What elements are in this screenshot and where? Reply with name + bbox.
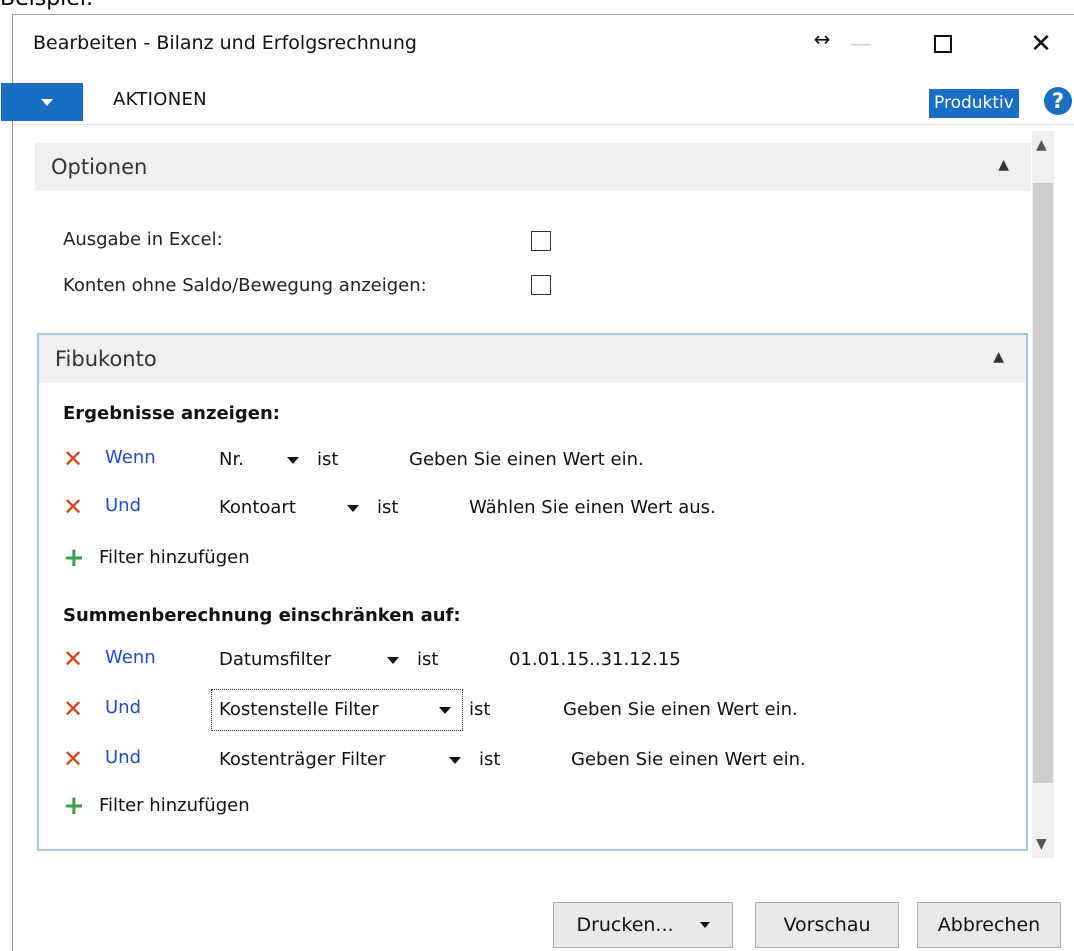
page-caption: Beispiel:	[0, 0, 93, 11]
add-filter-label: Filter hinzufügen	[99, 547, 250, 568]
chevron-up-icon[interactable]: ▲	[998, 157, 1009, 173]
filter-field[interactable]: Datumsfilter	[219, 649, 331, 670]
window-title: Bearbeiten - Bilanz und Erfolgsrechnung	[33, 32, 417, 54]
filter-operator: ist	[377, 497, 399, 518]
scrollbar-thumb[interactable]	[1033, 183, 1053, 783]
plus-icon: +	[63, 791, 85, 821]
filter-value-input[interactable]: Geben Sie einen Wert ein.	[571, 749, 806, 770]
environment-badge: Produktiv	[929, 89, 1019, 118]
tab-aktionen[interactable]: AKTIONEN	[113, 89, 207, 110]
chevron-up-icon[interactable]: ▲	[993, 349, 1004, 365]
filter-operator: ist	[417, 649, 439, 670]
filter-value-input[interactable]: Geben Sie einen Wert ein.	[409, 449, 644, 470]
filter-operator: ist	[317, 449, 339, 470]
section-title-optionen: Optionen	[51, 155, 148, 179]
section-header-fibukonto[interactable]: Fibukonto ▲	[39, 335, 1026, 383]
scroll-up-icon[interactable]: ▲	[1036, 137, 1047, 153]
filter-operator: ist	[479, 749, 501, 770]
filter-row: ✕ Und Kontoart ist Wählen Sie einen Wert…	[63, 493, 1003, 523]
print-button[interactable]: Drucken...	[553, 902, 733, 948]
remove-filter-icon[interactable]: ✕	[63, 745, 83, 773]
group-title-ergebnisse: Ergebnisse anzeigen:	[63, 403, 280, 424]
section-fibukonto: Fibukonto ▲ Ergebnisse anzeigen: ✕ Wenn …	[37, 333, 1028, 851]
ribbon: AKTIONEN Produktiv ?	[1, 75, 1074, 125]
filter-conjunction[interactable]: Wenn	[105, 647, 156, 668]
group-title-summenberechnung: Summenberechnung einschränken auf:	[63, 605, 461, 626]
plus-icon: +	[63, 543, 85, 573]
dialog-content: Optionen ▲ Ausgabe in Excel: Konten ohne…	[35, 131, 1031, 858]
title-bar: Bearbeiten - Bilanz und Erfolgsrechnung …	[13, 15, 1074, 75]
checkbox-konten-ohne-saldo[interactable]	[531, 275, 551, 295]
add-filter-label: Filter hinzufügen	[99, 795, 250, 816]
filter-conjunction[interactable]: Und	[105, 495, 141, 516]
filter-row: ✕ Und Kostenstelle Filter ist Geben Sie …	[63, 689, 1003, 731]
filter-row: ✕ Und Kostenträger Filter ist Geben Sie …	[63, 745, 1003, 775]
dialog-window: Bearbeiten - Bilanz und Erfolgsrechnung …	[1, 14, 1074, 951]
section-header-optionen[interactable]: Optionen ▲	[35, 143, 1031, 191]
remove-filter-icon[interactable]: ✕	[63, 493, 83, 521]
filter-conjunction[interactable]: Wenn	[105, 447, 156, 468]
filter-row: ✕ Wenn Nr. ist Geben Sie einen Wert ein.	[63, 445, 1003, 475]
ribbon-menu-button[interactable]	[1, 83, 83, 121]
remove-filter-icon[interactable]: ✕	[63, 695, 83, 723]
minimize-button[interactable]: —	[838, 25, 884, 63]
maximize-icon	[934, 35, 952, 53]
filter-field[interactable]: Kostenstelle Filter	[219, 699, 379, 720]
filter-field[interactable]: Nr.	[219, 449, 244, 470]
filter-value-input[interactable]: 01.01.15..31.12.15	[509, 649, 681, 670]
close-button[interactable]: ✕	[1018, 25, 1064, 63]
filter-row: ✕ Wenn Datumsfilter ist 01.01.15..31.12.…	[63, 645, 1003, 675]
filter-field[interactable]: Kontoart	[219, 497, 296, 518]
scroll-down-icon[interactable]: ▼	[1036, 836, 1047, 852]
filter-conjunction[interactable]: Und	[105, 697, 141, 718]
remove-filter-icon[interactable]: ✕	[63, 645, 83, 673]
checkbox-ausgabe-excel[interactable]	[531, 231, 551, 251]
chevron-down-icon[interactable]	[439, 707, 451, 714]
remove-filter-icon[interactable]: ✕	[63, 445, 83, 473]
option-label-konten-ohne-saldo: Konten ohne Saldo/Bewegung anzeigen:	[63, 275, 427, 296]
help-icon[interactable]: ?	[1044, 87, 1072, 115]
filter-value-input[interactable]: Wählen Sie einen Wert aus.	[469, 497, 716, 518]
print-button-label: Drucken...	[576, 914, 674, 936]
chevron-down-icon[interactable]	[699, 922, 710, 928]
vertical-scrollbar[interactable]: ▲ ▼	[1032, 131, 1054, 858]
option-label-excel: Ausgabe in Excel:	[63, 229, 223, 250]
filter-operator: ist	[469, 699, 491, 720]
chevron-down-icon	[41, 98, 53, 106]
chevron-down-icon[interactable]	[347, 505, 359, 512]
maximize-button[interactable]	[920, 25, 966, 63]
cancel-button[interactable]: Abbrechen	[917, 902, 1061, 948]
preview-button[interactable]: Vorschau	[755, 902, 899, 948]
chevron-down-icon[interactable]	[449, 757, 461, 764]
filter-value-input[interactable]: Geben Sie einen Wert ein.	[563, 699, 798, 720]
chevron-down-icon[interactable]	[387, 657, 399, 664]
section-title-fibukonto: Fibukonto	[55, 347, 157, 371]
chevron-down-icon[interactable]	[287, 457, 299, 464]
filter-field[interactable]: Kostenträger Filter	[219, 749, 386, 770]
filter-conjunction[interactable]: Und	[105, 747, 141, 768]
